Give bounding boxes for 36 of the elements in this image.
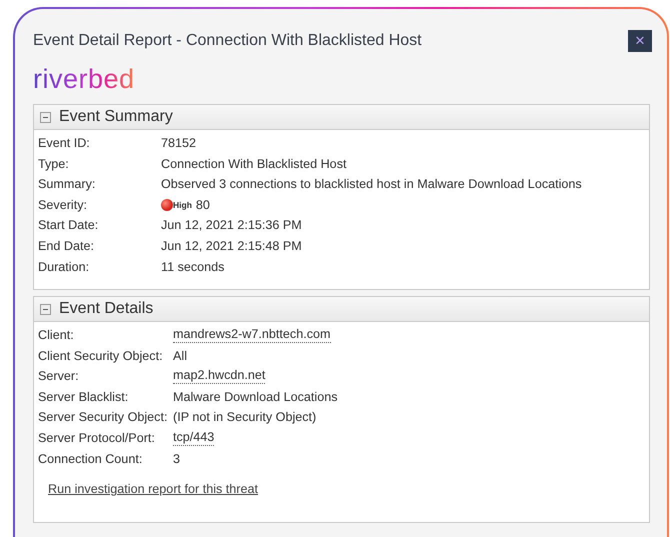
host-link[interactable]: mandrews2-w7.nbttech.com: [173, 327, 330, 344]
collapse-icon[interactable]: [40, 112, 51, 122]
window-title: Event Detail Report - Connection With Blacklisted Host: [33, 31, 422, 51]
host-link[interactable]: tcp/443: [173, 430, 214, 446]
field-label: Severity:: [38, 196, 88, 214]
section-title: Event Summary: [59, 107, 173, 127]
field-value: All: [173, 348, 187, 365]
field-value: Jun 12, 2021 2:15:36 PM: [161, 217, 302, 234]
field-value: 78152: [161, 135, 196, 152]
field-label: Server Security Object:: [38, 409, 168, 426]
field-value: (IP not in Security Object): [173, 409, 316, 426]
field-label: Connection Count:: [38, 450, 144, 468]
field-value: 11 seconds: [161, 258, 224, 276]
severity-score: 80: [196, 196, 210, 214]
host-link[interactable]: map2.hwcdn.net: [173, 368, 266, 384]
field-label: Start Date:: [38, 217, 100, 234]
field-label: Duration:: [38, 258, 90, 276]
field-label: Server:: [38, 368, 80, 386]
field-label: Client Security Object:: [38, 348, 164, 365]
field-label: Event ID:: [38, 135, 91, 152]
collapse-icon[interactable]: [40, 304, 51, 314]
field-label: Type:: [38, 156, 70, 173]
close-button[interactable]: ×: [628, 30, 652, 52]
field-label: Server Protocol/Port:: [38, 430, 156, 447]
field-label: End Date:: [38, 238, 96, 255]
field-value: Observed 3 connections to blacklisted host in Malware Download Locations: [161, 176, 582, 194]
field-label: Client:: [38, 327, 75, 344]
field-value: Connection With Blacklisted Host: [161, 156, 346, 173]
report-link[interactable]: Run investigation report for this threat: [48, 482, 258, 496]
field-value: Jun 12, 2021 2:15:48 PM: [161, 238, 302, 255]
severity-label: High: [173, 198, 192, 212]
section-title: Event Details: [59, 299, 154, 319]
field-value: 3: [173, 450, 180, 468]
field-label: Summary:: [38, 176, 96, 194]
field-label: Server Blacklist:: [38, 388, 130, 406]
field-value: Malware Download Locations: [173, 388, 338, 406]
